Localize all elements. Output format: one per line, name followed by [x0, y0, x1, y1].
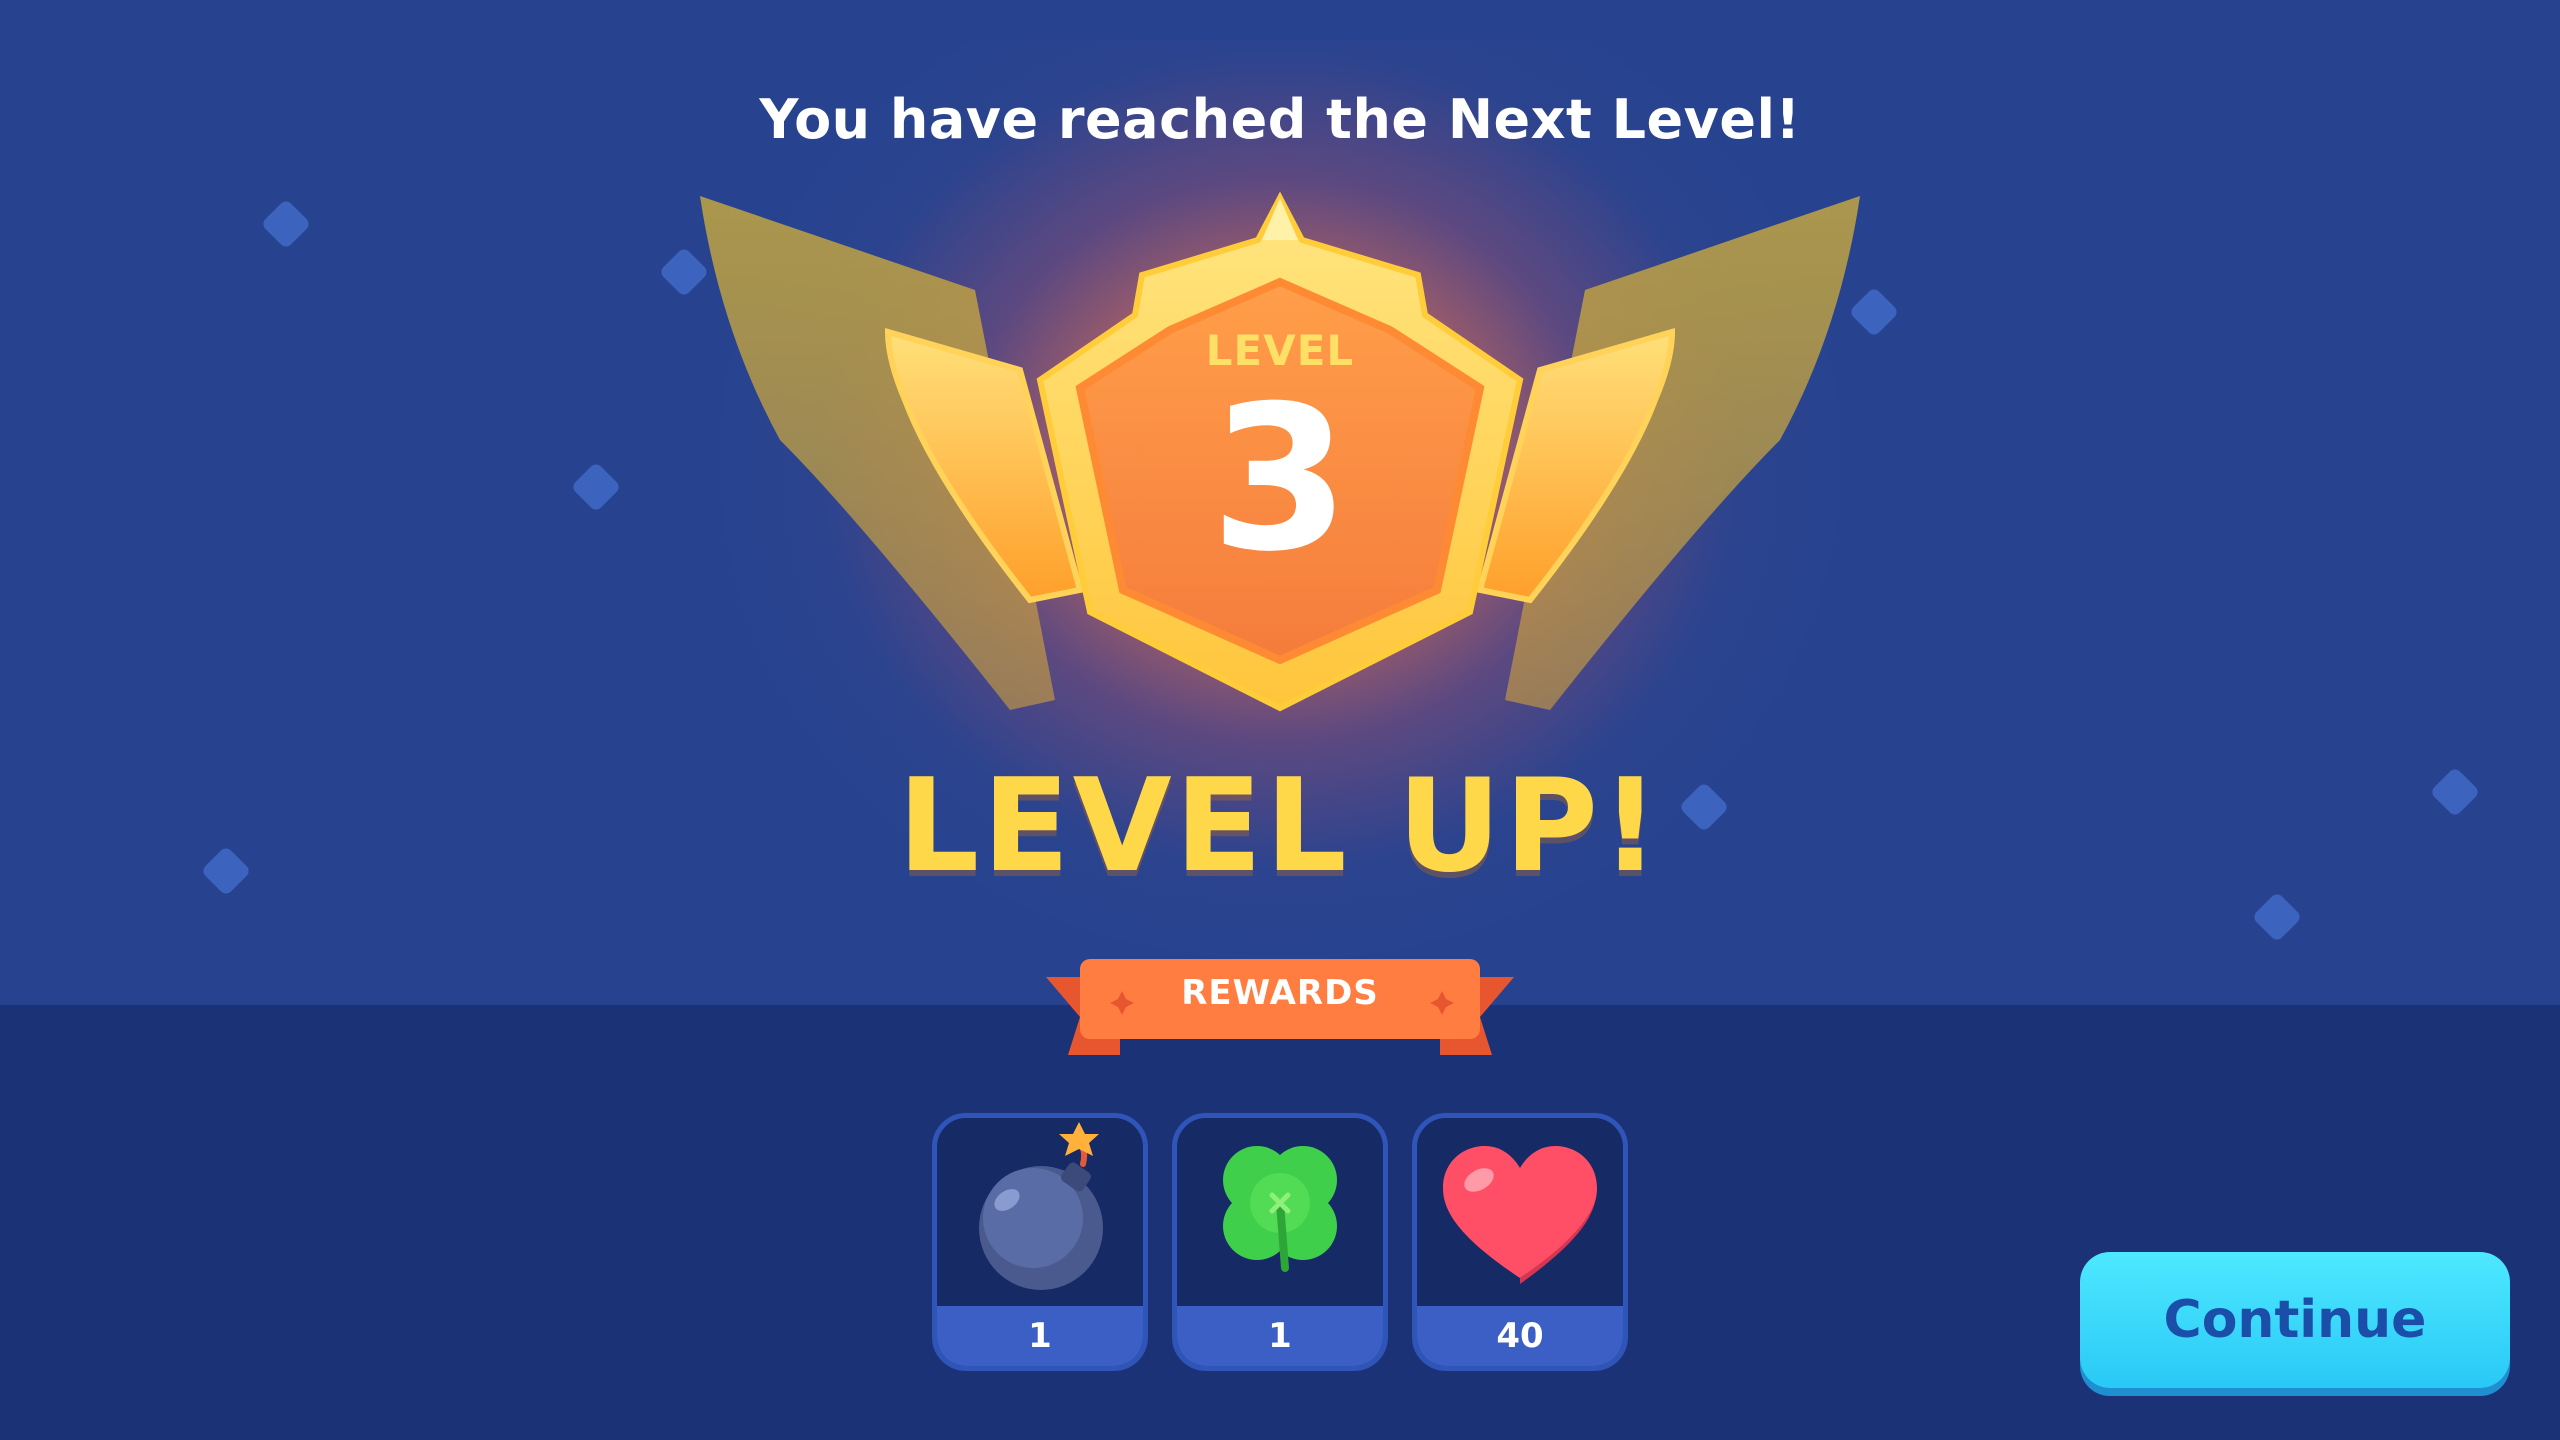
reward-count: 1	[1177, 1306, 1383, 1366]
rewards-label: REWARDS	[1181, 973, 1379, 1013]
bomb-icon	[979, 1122, 1103, 1290]
four-leaf-clover-icon	[1223, 1146, 1337, 1272]
reward-card-heart: 40	[1412, 1113, 1628, 1371]
reward-card-bomb: 1	[932, 1113, 1148, 1371]
level-up-headline: LEVEL UP!	[897, 752, 1663, 901]
reward-card-clover: 1	[1172, 1113, 1388, 1371]
continue-button[interactable]: Continue	[2080, 1252, 2510, 1388]
reward-count: 1	[937, 1306, 1143, 1366]
reward-count: 40	[1417, 1306, 1623, 1366]
heart-icon	[1443, 1146, 1597, 1284]
level-number: 3	[1210, 363, 1350, 596]
